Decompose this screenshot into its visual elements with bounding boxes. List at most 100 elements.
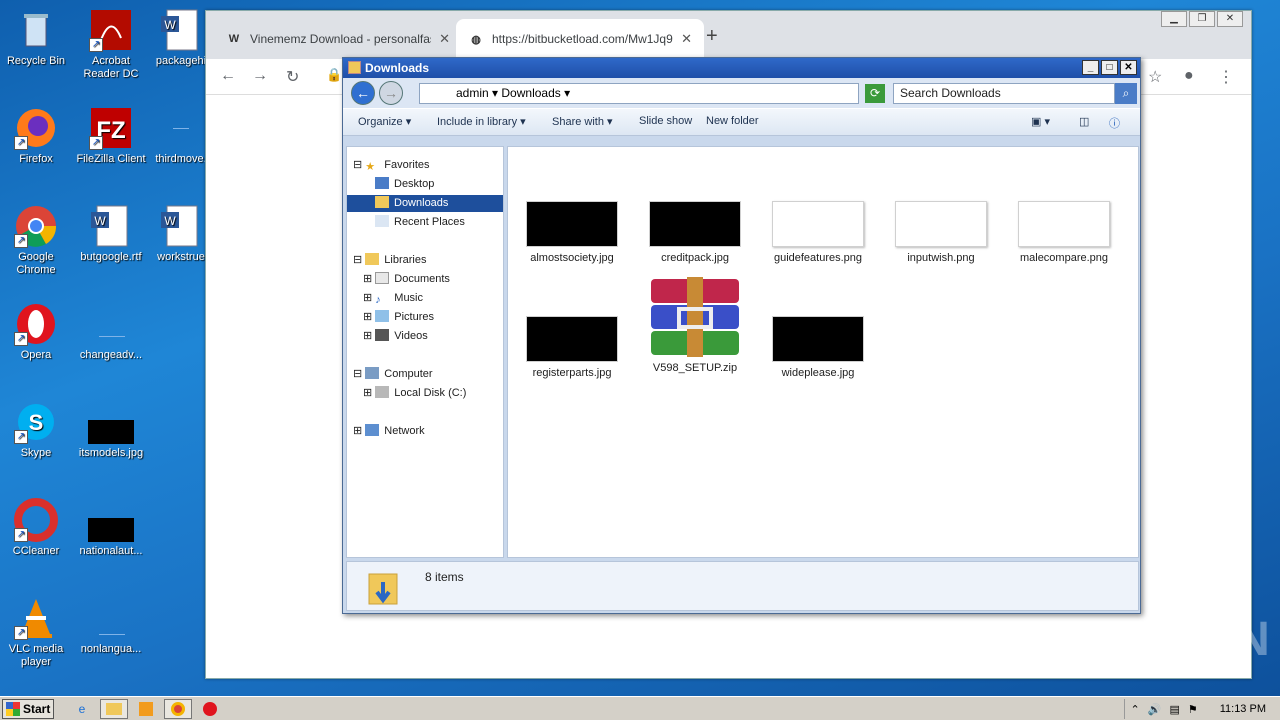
file-item[interactable]: creditpack.jpg: [635, 201, 755, 264]
recycle-bin-shortcut[interactable]: Recycle Bin: [0, 8, 72, 68]
organize-menu[interactable]: Organize ▾: [358, 115, 411, 128]
nav-music[interactable]: ⊞ ♪ Music: [363, 290, 423, 307]
minimize-icon[interactable]: ▁: [1161, 11, 1187, 27]
explorer-taskbar-icon[interactable]: [100, 698, 128, 719]
libraries-icon: [365, 253, 380, 265]
help-icon[interactable]: ⓘ: [1109, 115, 1120, 131]
filezilla-shortcut[interactable]: FZ ↗ FileZilla Client: [75, 106, 147, 166]
archive-icon: [649, 277, 741, 357]
preview-pane-icon[interactable]: ◫: [1079, 115, 1089, 128]
computer-icon: [365, 367, 380, 379]
downloads-folder-icon: [375, 196, 389, 208]
view-options-icon[interactable]: ▣ ▾: [1031, 115, 1050, 128]
volume-icon[interactable]: 🔊: [1148, 703, 1162, 716]
bookmark-star-icon[interactable]: ☆: [1148, 67, 1162, 87]
nav-computer[interactable]: ⊟ Computer: [353, 366, 433, 383]
windows-logo-icon: [6, 701, 20, 716]
opera-shortcut[interactable]: ↗ Opera: [0, 302, 72, 362]
browser-tab-1[interactable]: W Vinememz Download - personalfasr ✕: [214, 19, 462, 59]
blank-file-icon: [89, 596, 133, 640]
browser-tab-2[interactable]: ◍ https://bitbucketload.com/Mw1Jq9z ✕: [456, 19, 704, 59]
image-thumb-icon: [895, 201, 987, 247]
file-item[interactable]: registerparts.jpg: [512, 316, 632, 379]
nav-libraries[interactable]: ⊟ Libraries: [353, 252, 426, 269]
chrome-taskbar-icon[interactable]: [164, 698, 192, 719]
hard-disk-icon: [375, 386, 390, 398]
back-icon[interactable]: ←: [220, 67, 236, 85]
close-tab-icon[interactable]: ✕: [681, 31, 692, 47]
ccleaner-shortcut[interactable]: ↗ CCleaner: [0, 498, 72, 558]
close-tab-icon[interactable]: ✕: [439, 31, 450, 47]
forward-icon[interactable]: →: [252, 67, 268, 85]
show-hidden-icons-icon[interactable]: ⌃: [1131, 703, 1140, 716]
nav-network[interactable]: ⊞ Network: [353, 423, 425, 440]
filezilla-icon: FZ ↗: [89, 106, 133, 150]
menu-dots-icon[interactable]: ⋮: [1218, 67, 1234, 87]
close-icon[interactable]: ✕: [1217, 11, 1243, 27]
slide-show-button[interactable]: Slide show: [639, 115, 692, 127]
itsmodels-file[interactable]: itsmodels.jpg: [75, 410, 147, 460]
nav-pictures[interactable]: ⊞ Pictures: [363, 309, 434, 326]
share-with-menu[interactable]: Share with ▾: [552, 115, 613, 128]
minimize-icon[interactable]: _: [1082, 60, 1099, 75]
svg-text:W: W: [164, 18, 176, 32]
new-tab-button[interactable]: +: [706, 25, 718, 48]
word-doc-icon: [159, 106, 203, 150]
file-item[interactable]: V598_SETUP.zip: [635, 277, 755, 374]
skype-shortcut[interactable]: S ↗ Skype: [0, 400, 72, 460]
pictures-icon: [375, 310, 390, 322]
ie-taskbar-icon[interactable]: e: [68, 699, 96, 719]
watermark-logo: ANY RUN: [1040, 613, 1272, 666]
media-player-taskbar-icon[interactable]: [132, 699, 160, 719]
file-item[interactable]: wideplease.jpg: [758, 316, 878, 379]
firefox-shortcut[interactable]: ↗ Firefox: [0, 106, 72, 166]
profile-avatar-icon[interactable]: ●: [1184, 67, 1194, 85]
network-tray-icon[interactable]: ▤: [1169, 703, 1179, 716]
opera-taskbar-icon[interactable]: [196, 699, 224, 719]
file-item[interactable]: malecompare.png: [1004, 201, 1124, 264]
system-tray: ⌃ 🔊 ▤ ⚑ 11:13 PM: [1123, 699, 1280, 719]
acrobat-shortcut[interactable]: ↗ Acrobat Reader DC: [75, 8, 147, 81]
nav-documents[interactable]: ⊞ Documents: [363, 271, 450, 288]
nav-desktop[interactable]: Desktop: [375, 176, 434, 193]
changeadv-file[interactable]: changeadv...: [75, 302, 147, 362]
maximize-icon[interactable]: □: [1101, 60, 1118, 75]
nonlangua-file[interactable]: nonlangua...: [75, 596, 147, 656]
navigation-pane: ⊟ ★ Favorites Desktop Downloads Recent Pl…: [346, 146, 504, 558]
documents-icon: [375, 272, 390, 284]
new-folder-button[interactable]: New folder: [706, 115, 759, 127]
music-icon: ♪: [375, 294, 381, 306]
nav-local-disk[interactable]: ⊞ Local Disk (C:): [363, 385, 466, 402]
explorer-title-bar: Downloads _ □ ✕: [343, 58, 1140, 78]
include-in-library-menu[interactable]: Include in library ▾: [437, 115, 526, 128]
nav-favorites[interactable]: ⊟ ★ Favorites: [353, 157, 430, 174]
reload-icon[interactable]: ↻: [286, 67, 299, 87]
videos-icon: [375, 329, 390, 341]
clock[interactable]: 11:13 PM: [1220, 703, 1266, 715]
chrome-icon: ↗: [14, 204, 58, 248]
vlc-shortcut[interactable]: ↗ VLC media player: [0, 596, 72, 669]
refresh-icon[interactable]: ⟳: [865, 84, 885, 103]
nav-recent-places[interactable]: Recent Places: [375, 214, 465, 231]
nationalaut-file[interactable]: nationalaut...: [75, 508, 147, 558]
file-item[interactable]: inputwish.png: [881, 201, 1001, 264]
address-breadcrumb[interactable]: admin ▾ Downloads ▾: [419, 83, 859, 104]
file-item[interactable]: guidefeatures.png: [758, 201, 878, 264]
nav-videos[interactable]: ⊞ Videos: [363, 328, 428, 345]
explorer-window: Downloads _ □ ✕ ← → admin ▾ Downloads ▾ …: [342, 57, 1141, 614]
file-item[interactable]: almostsociety.jpg: [512, 201, 632, 264]
explorer-address-row: ← → admin ▾ Downloads ▾ ⟳ Search Downloa…: [343, 78, 1140, 108]
chrome-shortcut[interactable]: ↗ Google Chrome: [0, 204, 72, 277]
maximize-icon[interactable]: ❐: [1189, 11, 1215, 27]
flag-icon[interactable]: ⚑: [1188, 703, 1198, 716]
butgoogle-file[interactable]: W butgoogle.rtf: [75, 204, 147, 264]
search-icon[interactable]: ⌕: [1115, 83, 1137, 104]
start-button[interactable]: Start: [2, 698, 54, 719]
nav-downloads[interactable]: Downloads: [347, 195, 503, 212]
taskbar: Start e ⌃ 🔊 ▤ ⚑ 11:13 PM: [0, 696, 1280, 720]
search-input[interactable]: Search Downloads: [893, 83, 1115, 104]
back-icon[interactable]: ←: [351, 81, 375, 105]
forward-icon[interactable]: →: [379, 81, 403, 105]
close-icon[interactable]: ✕: [1120, 60, 1137, 75]
browser-window-controls: ▁ ❐ ✕: [1159, 11, 1243, 27]
